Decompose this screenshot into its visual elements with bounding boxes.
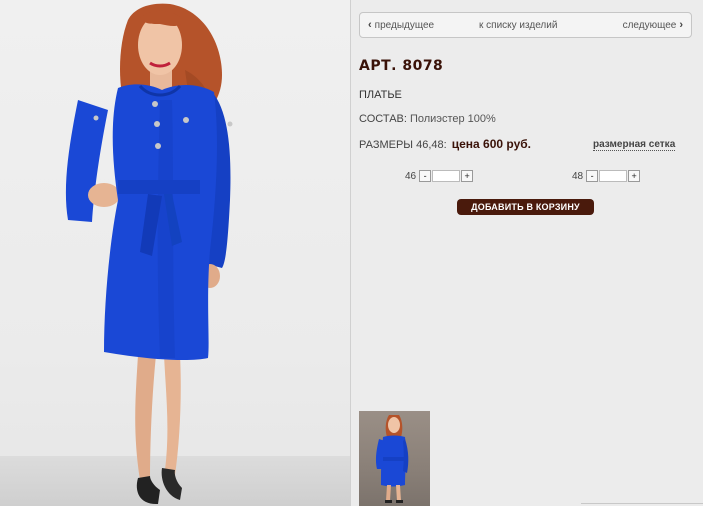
size-label: 48 (572, 170, 584, 182)
product-list-link[interactable]: к списку изделий (479, 20, 557, 31)
composition-label: СОСТАВ: (359, 113, 407, 125)
chevron-left-icon: ‹ (368, 19, 372, 31)
quantity-input[interactable] (599, 170, 628, 182)
composition-value: Полиэстер 100% (409, 113, 496, 125)
product-composition: СОСТАВ: Полиэстер 100% (359, 113, 496, 125)
increment-button[interactable]: + (461, 170, 474, 182)
quantity-input[interactable] (432, 170, 461, 182)
bottom-divider (581, 503, 703, 504)
increment-button[interactable]: + (628, 170, 641, 182)
chevron-right-icon: › (679, 19, 683, 31)
decrement-button[interactable]: - (586, 170, 599, 182)
product-article: АРТ. 8078 (359, 58, 444, 74)
add-to-cart-button[interactable]: ДОБАВИТЬ В КОРЗИНУ (457, 199, 594, 215)
product-navigation: ‹ предыдущее к списку изделий следующее … (359, 12, 692, 38)
product-list-label: к списку изделий (479, 19, 558, 31)
product-type: ПЛАТЬЕ (359, 89, 402, 101)
prev-product-label: предыдущее (374, 19, 435, 31)
next-product-link[interactable]: следующее › (623, 19, 683, 31)
sizes-label: РАЗМЕРЫ 46,48: (359, 139, 447, 151)
product-photo[interactable] (0, 0, 350, 506)
size-chart-link[interactable]: размерная сетка (593, 139, 676, 151)
prev-product-link[interactable]: ‹ предыдущее (368, 19, 434, 31)
next-product-label: следующее (622, 19, 677, 31)
size-label: 46 (405, 170, 417, 182)
thumbnail-illustration (375, 415, 409, 503)
quantity-selector-46: 46 - + (405, 170, 474, 182)
model-illustration (65, 3, 233, 505)
decrement-button[interactable]: - (419, 170, 432, 182)
quantity-selector-48: 48 - + (572, 170, 641, 182)
product-price: цена 600 руб. (451, 137, 532, 151)
product-info-panel: ‹ предыдущее к списку изделий следующее … (351, 0, 703, 506)
product-thumbnail[interactable] (359, 411, 430, 506)
